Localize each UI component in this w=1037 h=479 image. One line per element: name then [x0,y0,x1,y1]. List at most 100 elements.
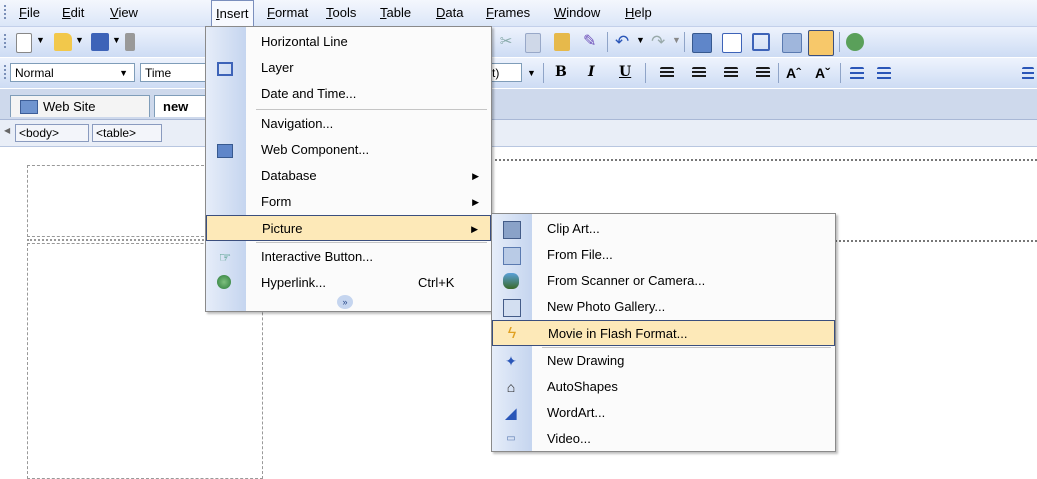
publish-icon[interactable] [125,33,135,51]
save-icon[interactable] [91,33,109,51]
align-right-icon[interactable] [724,67,738,79]
align-center-icon[interactable] [692,67,706,79]
menu-window[interactable]: Window [554,0,600,26]
open-dropdown-icon[interactable]: ▼ [75,35,84,45]
menu-item-label: From Scanner or Camera... [547,273,706,288]
menu-item-label: Horizontal Line [261,34,348,49]
menu-item-label: Layer [261,60,294,75]
menu-item-horizontal-line[interactable]: Horizontal Line [206,29,491,55]
open-folder-icon[interactable] [54,33,72,51]
menu-item-date-and-time[interactable]: Date and Time... [206,81,491,107]
picture-submenu: Clip Art... From File... From Scanner or… [491,213,836,452]
menu-item-label: Movie in Flash Format... [548,326,688,341]
format-painter-icon[interactable]: ✎ [583,33,601,51]
web-component-toolbar-icon[interactable] [692,33,712,53]
underline-button[interactable]: U [619,64,631,80]
scroll-left-icon[interactable]: ◀ [4,126,10,135]
autoshapes-icon: ⌂ [506,379,516,395]
chevron-down-icon[interactable]: ▼ [119,64,128,83]
italic-button[interactable]: I [588,64,595,80]
menu-item-label: Picture [262,221,303,236]
menu-item-form[interactable]: Form ▶ [206,189,491,215]
insert-interactive-button-icon[interactable] [808,30,834,56]
menu-item-layer[interactable]: Layer [206,55,491,81]
hyperlink-toolbar-icon[interactable] [846,33,864,51]
redo-icon[interactable]: ↷ [651,33,669,51]
menu-item-new-photo-gallery[interactable]: New Photo Gallery... [492,294,835,320]
menu-item-label: From File... [547,247,613,262]
align-left-icon[interactable] [660,67,674,79]
justify-icon[interactable] [756,67,770,79]
decrease-indent-icon[interactable] [1022,67,1034,80]
bullets-icon[interactable] [877,67,891,80]
menu-item-movie-in-flash-format[interactable]: ϟ Movie in Flash Format... [492,320,835,346]
toolbar-grip[interactable] [4,34,6,50]
chevron-down-icon[interactable]: ▼ [527,68,536,78]
menu-item-interactive-button[interactable]: ☞ Interactive Button... [206,244,491,270]
video-icon: ▭ [506,433,516,444]
scanner-camera-icon [503,273,519,289]
menu-data[interactable]: Data [436,0,463,26]
bold-button[interactable]: B [555,64,567,80]
menu-help[interactable]: Help [625,0,652,26]
menu-item-web-component[interactable]: Web Component... [206,137,491,163]
style-combo[interactable]: Normal ▼ [10,63,135,82]
toolbar-separator [840,63,841,83]
tag-body[interactable]: <body> [15,124,89,142]
insert-table-icon[interactable] [722,33,742,53]
insert-menu: Horizontal Line Layer Date and Time... N… [205,26,492,312]
menu-item-new-drawing[interactable]: ✦ New Drawing [492,348,835,374]
menu-item-picture[interactable]: Picture ▶ [206,215,491,241]
menu-item-hyperlink[interactable]: Hyperlink... Ctrl+K [206,270,491,296]
size-value: t) [492,66,500,80]
new-dropdown-icon[interactable]: ▼ [36,35,45,45]
save-dropdown-icon[interactable]: ▼ [112,35,121,45]
tag-table[interactable]: <table> [92,124,162,142]
quick-tag-selector: ◀ <body> <table> [0,120,1037,147]
menu-item-from-scanner-or-camera[interactable]: From Scanner or Camera... [492,268,835,294]
menu-frames[interactable]: Frames [486,0,530,26]
menu-item-clip-art[interactable]: Clip Art... [492,216,835,242]
double-chevron-down-icon[interactable]: » [337,295,353,309]
menu-item-navigation[interactable]: Navigation... [206,111,491,137]
menu-item-autoshapes[interactable]: ⌂ AutoShapes [492,374,835,400]
insert-picture-icon[interactable] [782,33,802,53]
redo-dropdown-icon[interactable]: ▼ [672,35,681,45]
menu-item-label: Form [261,194,292,209]
copy-icon[interactable] [525,33,541,53]
menu-item-label: Navigation... [261,116,334,131]
table-cell[interactable] [27,165,209,237]
decrease-font-size-icon[interactable]: Aˇ [815,65,830,81]
menu-file[interactable]: File [19,0,40,26]
increase-font-size-icon[interactable]: Aˆ [786,65,801,81]
new-page-icon[interactable] [16,33,32,53]
layer-boundary [27,239,207,241]
menu-item-label: Video... [547,431,591,446]
menu-view[interactable]: View [110,0,138,26]
layer-boundary [490,159,1037,161]
menu-item-shortcut: Ctrl+K [418,275,455,290]
menu-table[interactable]: Table [380,0,411,26]
size-combo[interactable]: t) [488,63,522,82]
menu-item-video[interactable]: ▭ Video... [492,426,835,452]
menu-item-label: New Photo Gallery... [547,299,666,314]
menubar-grip[interactable] [4,5,6,21]
menu-format[interactable]: Format [267,0,308,26]
menu-item-from-file[interactable]: From File... [492,242,835,268]
submenu-arrow-icon: ▶ [471,224,478,234]
numbering-icon[interactable] [850,67,864,80]
undo-dropdown-icon[interactable]: ▼ [636,35,645,45]
menu-edit[interactable]: Edit [62,0,84,26]
menu-item-database[interactable]: Database ▶ [206,163,491,189]
toolbar-grip[interactable] [4,65,6,81]
tab-web-site[interactable]: Web Site [10,95,150,117]
menu-item-wordart[interactable]: ◢ WordArt... [492,400,835,426]
menu-insert[interactable]: Insert [211,0,254,27]
insert-layer-icon[interactable] [752,33,770,51]
menu-tools[interactable]: Tools [326,0,356,26]
paste-icon[interactable] [554,33,570,51]
undo-icon[interactable]: ↶ [615,33,633,51]
font-combo[interactable]: Time [140,63,206,82]
cut-icon[interactable]: ✂ [497,33,515,51]
menu-separator [256,109,487,110]
